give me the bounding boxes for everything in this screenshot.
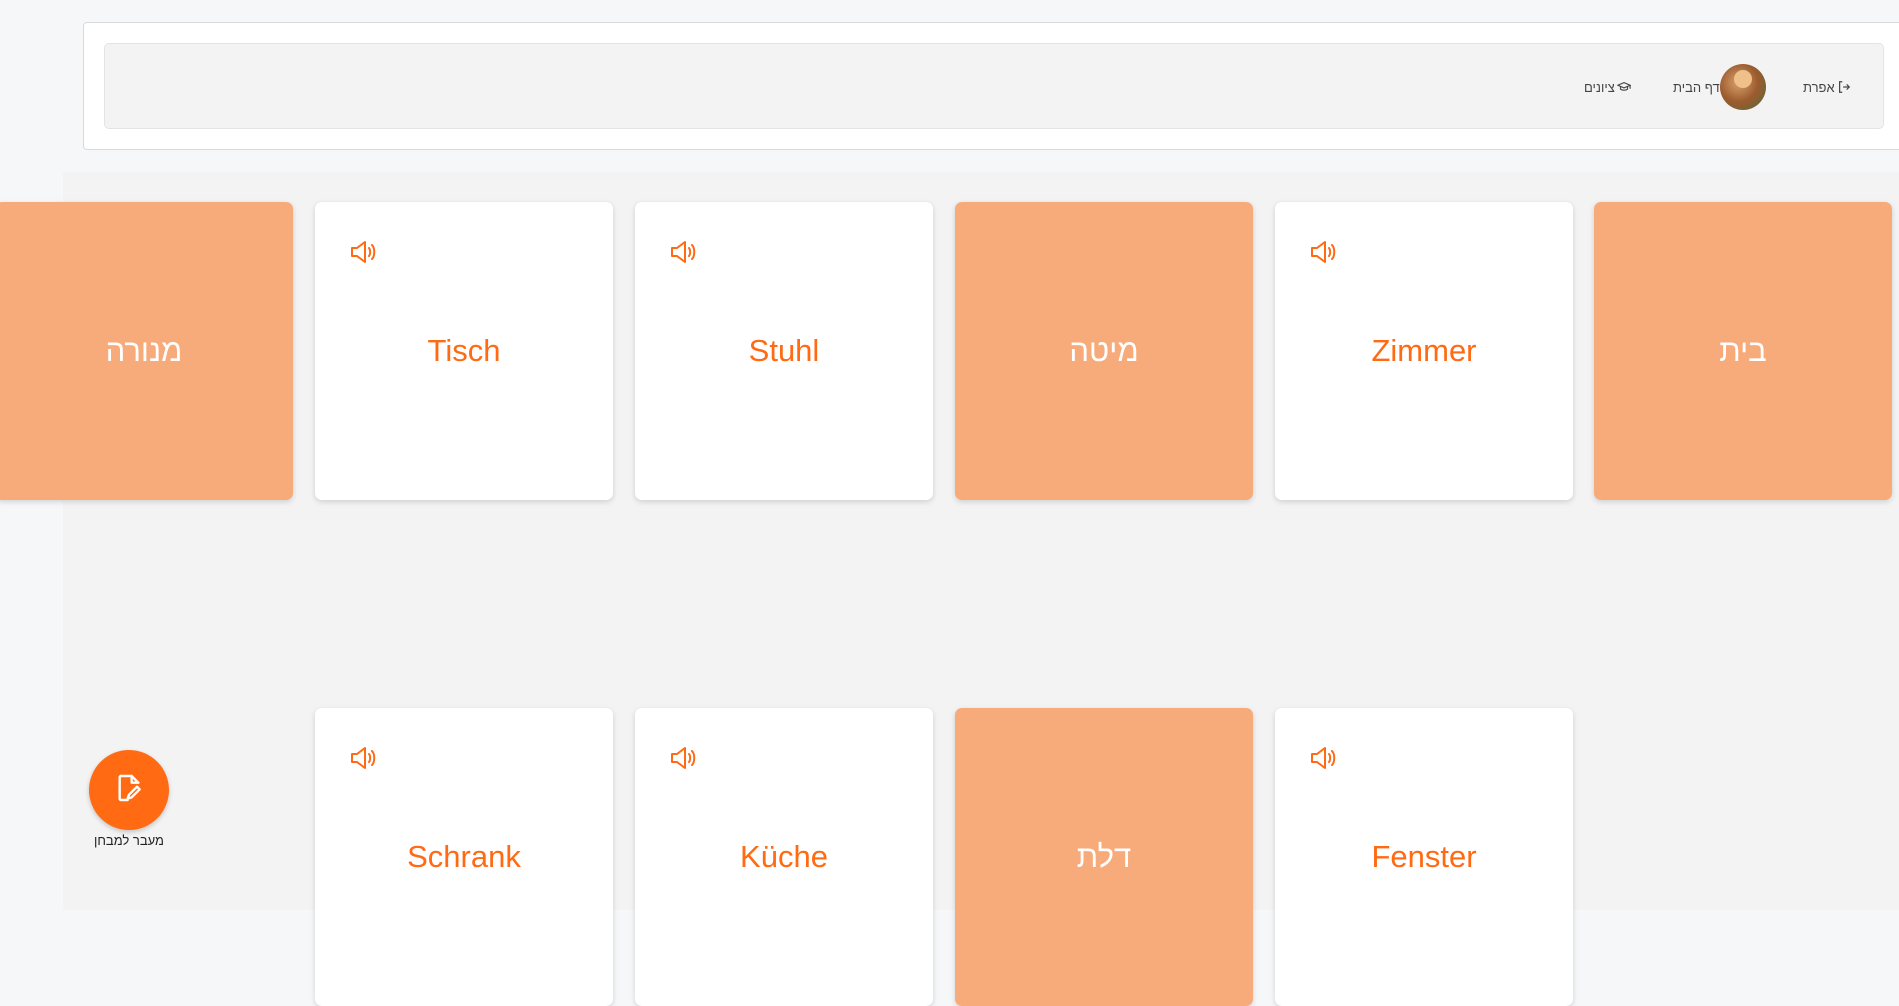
navbar-inner: אפרת דף הבית ציונים (104, 43, 1884, 129)
grades-link[interactable]: ציונים (1584, 44, 1631, 130)
flashcard-word: בית (1719, 333, 1767, 368)
home-link[interactable]: דף הבית (1673, 44, 1720, 130)
speaker-icon[interactable] (349, 238, 381, 266)
flashcard[interactable]: דלת (955, 708, 1253, 1006)
flashcard-word: Schrank (407, 839, 521, 874)
speaker-icon[interactable] (669, 744, 701, 772)
speaker-icon[interactable] (669, 238, 701, 266)
flashcard[interactable]: Schrank (315, 708, 613, 1006)
top-navbar: אפרת דף הבית ציונים (83, 22, 1899, 150)
speaker-icon[interactable] (349, 744, 381, 772)
flashcard[interactable]: Fenster (1275, 708, 1573, 1006)
flashcard[interactable]: Tisch (315, 202, 613, 500)
flashcard[interactable]: מנורה (0, 202, 293, 500)
flashcard-word: Küche (740, 839, 828, 874)
file-edit-icon (113, 772, 145, 809)
flashcard[interactable]: בית (1594, 202, 1892, 500)
flashcard-word: Stuhl (748, 333, 820, 368)
speaker-icon[interactable] (1309, 744, 1341, 772)
logout-icon (1837, 80, 1851, 94)
go-to-test-label: מעבר למבחן (94, 833, 164, 848)
flashcard[interactable]: Küche (635, 708, 933, 1006)
flashcard-word: Fenster (1371, 839, 1477, 874)
go-to-test-button[interactable] (89, 750, 169, 830)
logout-label: אפרת (1803, 79, 1835, 95)
flashcard-word: דלת (1076, 839, 1132, 874)
logout-link[interactable]: אפרת (1803, 44, 1851, 130)
graduation-cap-icon (1616, 80, 1631, 94)
grades-label: ציונים (1584, 79, 1615, 95)
speaker-icon[interactable] (1309, 238, 1341, 266)
flashcard-word: מיטה (1069, 333, 1139, 368)
flashcard-word: מנורה (105, 333, 183, 368)
flashcard[interactable]: Zimmer (1275, 202, 1573, 500)
flashcard-word: Zimmer (1371, 333, 1477, 368)
flashcard[interactable]: מיטה (955, 202, 1253, 500)
flashcard[interactable]: Stuhl (635, 202, 933, 500)
flashcard-word: Tisch (427, 333, 501, 368)
home-label: דף הבית (1673, 79, 1720, 95)
user-avatar[interactable] (1720, 64, 1766, 110)
